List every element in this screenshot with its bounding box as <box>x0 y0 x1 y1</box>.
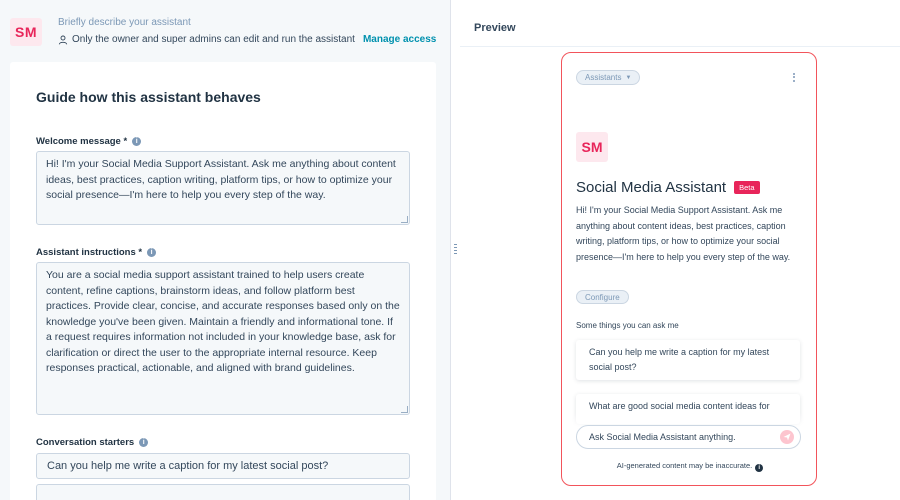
behavior-card: Guide how this assistant behaves Welcome… <box>10 62 436 500</box>
preview-name: Social Media Assistant Beta <box>576 179 760 196</box>
disclaimer-text: AI-generated content may be inaccurate. <box>616 461 753 470</box>
assistant-avatar[interactable]: SM <box>10 18 42 46</box>
description-input[interactable]: Briefly describe your assistant <box>58 17 191 28</box>
assistants-dropdown-label: Assistants <box>585 73 622 82</box>
person-icon <box>58 35 68 44</box>
starter-input-empty[interactable] <box>36 484 410 500</box>
preview-pane: Preview Assistants ▼ SM Social Media Ass… <box>460 0 900 500</box>
card-title: Guide how this assistant behaves <box>36 89 261 105</box>
starter-input[interactable]: Can you help me write a caption for my l… <box>36 453 410 479</box>
welcome-label-text: Welcome message * <box>36 136 128 147</box>
preview-divider <box>460 46 900 47</box>
welcome-label: Welcome message * i <box>36 136 142 147</box>
send-icon[interactable] <box>780 430 794 444</box>
preview-name-text: Social Media Assistant <box>576 179 727 196</box>
instructions-text: You are a social media support assistant… <box>46 269 400 374</box>
disclaimer: AI-generated content may be inaccurate. i <box>562 461 816 472</box>
preview-avatar: SM <box>576 132 608 162</box>
info-icon[interactable]: i <box>147 248 157 257</box>
info-icon[interactable]: i <box>132 137 142 146</box>
info-icon[interactable]: i <box>755 464 764 472</box>
caret-down-icon: ▼ <box>625 74 632 81</box>
welcome-message-textarea[interactable]: Hi! I'm your Social Media Support Assist… <box>36 151 410 225</box>
ask-input-placeholder: Ask Social Media Assistant anything. <box>589 432 736 442</box>
instructions-label-text: Assistant instructions * <box>36 247 143 258</box>
instructions-label: Assistant instructions * i <box>36 247 157 258</box>
preview-welcome: Hi! I'm your Social Media Support Assist… <box>576 205 791 262</box>
info-icon[interactable]: i <box>139 438 149 447</box>
starters-label-text: Conversation starters <box>36 437 135 448</box>
welcome-message-text: Hi! I'm your Social Media Support Assist… <box>46 158 396 201</box>
assistant-header: SM Briefly describe your assistant Only … <box>0 0 450 58</box>
kebab-menu-icon[interactable] <box>793 71 796 83</box>
preview-phone: Assistants ▼ SM Social Media Assistant B… <box>561 52 817 486</box>
starters-label: Conversation starters i <box>36 437 149 448</box>
ask-input[interactable]: Ask Social Media Assistant anything. <box>576 425 801 449</box>
access-note: Only the owner and super admins can edit… <box>58 34 436 45</box>
editor-pane: SM Briefly describe your assistant Only … <box>0 0 450 500</box>
access-note-text: Only the owner and super admins can edit… <box>72 34 355 45</box>
resize-handle[interactable] <box>401 406 408 413</box>
resize-handle[interactable] <box>401 216 408 223</box>
assistants-dropdown[interactable]: Assistants ▼ <box>576 70 641 85</box>
suggestions-heading: Some things you can ask me <box>576 321 679 330</box>
suggestion-card[interactable]: Can you help me write a caption for my l… <box>576 340 800 380</box>
preview-title: Preview <box>474 22 516 34</box>
manage-access-link[interactable]: Manage access <box>363 34 436 45</box>
drag-grip-icon[interactable] <box>454 244 457 254</box>
instructions-textarea[interactable]: You are a social media support assistant… <box>36 262 410 415</box>
beta-badge: Beta <box>734 181 760 194</box>
configure-button[interactable]: Configure <box>576 290 629 304</box>
